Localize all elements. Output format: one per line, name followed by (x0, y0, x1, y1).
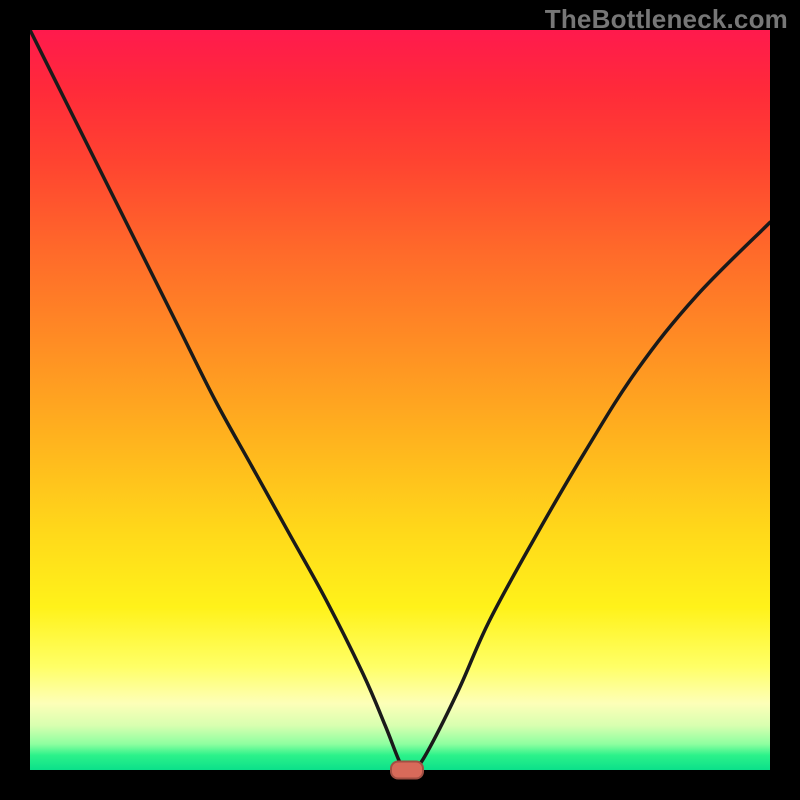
chart-stage: TheBottleneck.com (0, 0, 800, 800)
plot-area (30, 30, 770, 770)
curve-path (30, 30, 770, 770)
optimal-point-marker (390, 761, 424, 780)
bottleneck-curve (30, 30, 770, 770)
